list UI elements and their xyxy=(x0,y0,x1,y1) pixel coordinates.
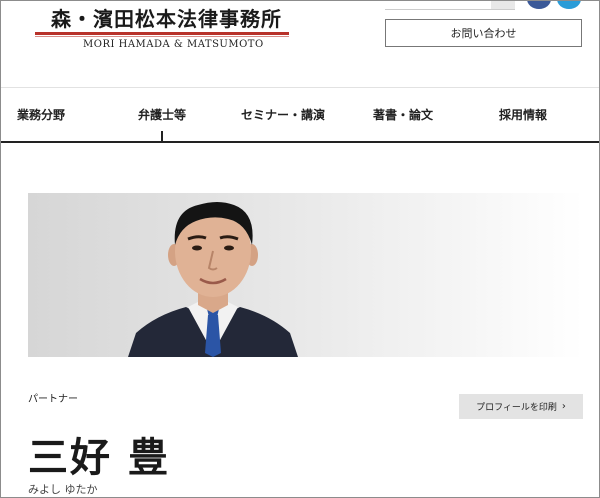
nav-item-publications[interactable]: 著書・論文 xyxy=(373,106,433,123)
nav-item-seminars[interactable]: セミナー・講演 xyxy=(241,106,325,123)
twitter-icon[interactable] xyxy=(557,1,581,9)
contact-button[interactable]: お問い合わせ xyxy=(385,19,582,47)
facebook-icon[interactable] xyxy=(527,1,551,9)
profile-role: パートナー xyxy=(28,394,78,405)
search-input[interactable] xyxy=(385,1,515,10)
logo-japanese: 森・濱田松本法律事務所 xyxy=(51,7,282,31)
hero-banner xyxy=(28,193,584,357)
profile-photo xyxy=(128,202,298,357)
print-profile-label: プロフィールを印刷 xyxy=(476,403,557,413)
chevron-right-icon: › xyxy=(561,401,566,412)
page-frame: 森・濱田松本法律事務所 MORI HAMADA & MATSUMOTO お問い合… xyxy=(0,0,600,498)
search-button[interactable] xyxy=(491,1,515,9)
nav-item-practice-areas[interactable]: 業務分野 xyxy=(17,106,65,123)
logo-english: MORI HAMADA & MATSUMOTO xyxy=(83,39,264,50)
logo-rule-thin xyxy=(35,36,289,37)
nav-item-lawyers[interactable]: 弁護士等 xyxy=(138,106,186,123)
logo-rule xyxy=(35,32,289,35)
header-divider xyxy=(1,87,599,88)
nav-underline xyxy=(1,141,599,143)
profile-name-kana: みよし ゆたか xyxy=(28,483,98,496)
nav-item-recruitment[interactable]: 採用情報 xyxy=(499,106,547,123)
print-profile-button[interactable]: プロフィールを印刷 › xyxy=(459,394,583,419)
profile-name: 三好 豊 xyxy=(28,435,170,481)
